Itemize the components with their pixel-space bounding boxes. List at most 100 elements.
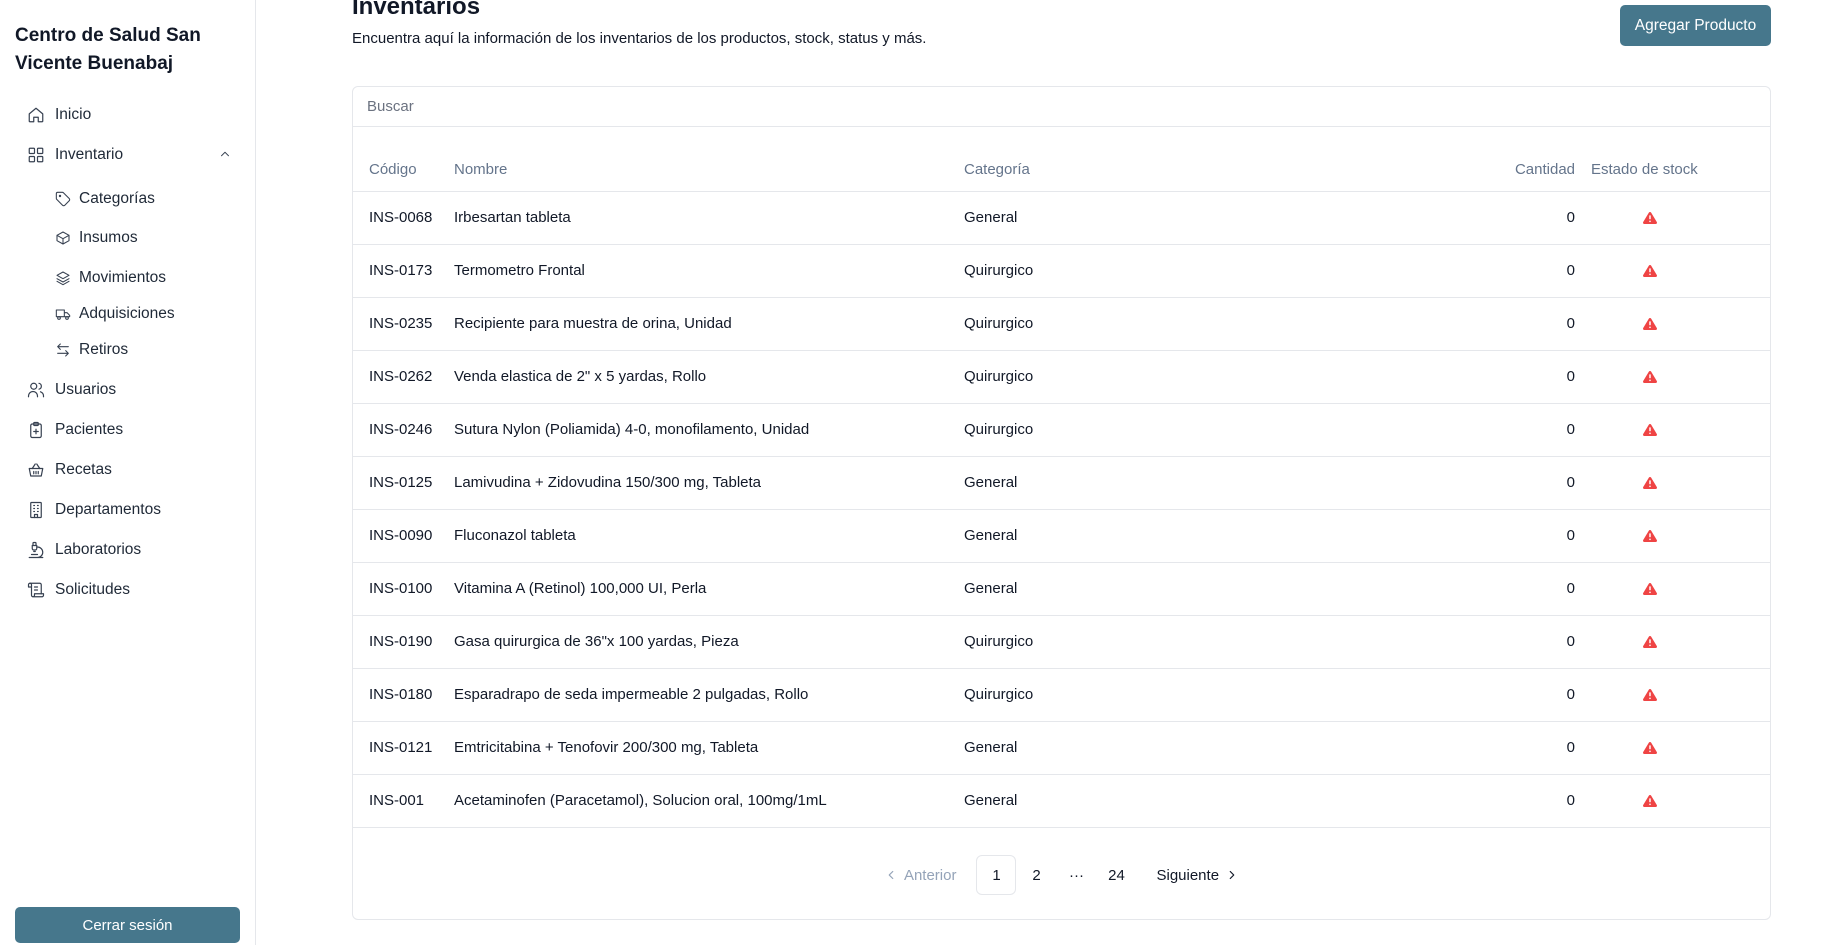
alert-triangle-icon — [1642, 368, 1658, 385]
cell-category: General — [964, 191, 1432, 245]
page-last-button[interactable]: 24 — [1096, 855, 1136, 895]
alert-triangle-icon — [1642, 739, 1658, 756]
header-name[interactable]: Nombre — [454, 149, 964, 192]
sidebar-item-inventario[interactable]: Inventario — [27, 139, 232, 171]
arrows-icon — [55, 342, 71, 358]
page-subtitle: Encuentra aquí la información de los inv… — [352, 30, 927, 47]
cell-name: Acetaminofen (Paracetamol), Solucion ora… — [454, 774, 964, 828]
sidebar-item-categorias[interactable]: Categorías — [55, 183, 235, 215]
table-row[interactable]: INS-0125 Lamivudina + Zidovudina 150/300 … — [353, 456, 1770, 510]
sidebar-item-adquisiciones[interactable]: Adquisiciones — [55, 298, 235, 330]
building-icon — [27, 501, 45, 519]
header-category[interactable]: Categoría — [964, 149, 1432, 192]
table-row[interactable]: INS-0121 Emtricitabina + Tenofovir 200/30… — [353, 721, 1770, 775]
microscope-icon — [27, 541, 45, 559]
sidebar-item-label: Retiros — [79, 341, 129, 358]
home-icon — [27, 106, 45, 124]
inventory-card: Código Nombre Categoría Cantidad Estado … — [352, 86, 1771, 920]
cell-status — [1575, 456, 1770, 510]
sidebar-item-movimientos[interactable]: Movimientos — [55, 262, 235, 294]
sidebar-item-inicio[interactable]: Inicio — [27, 99, 232, 131]
cell-status — [1575, 774, 1770, 828]
table-row[interactable]: INS-0068 Irbesartan tableta General 0 — [353, 191, 1770, 245]
cell-name: Lamivudina + Zidovudina 150/300 mg, Tabl… — [454, 456, 964, 510]
cell-quantity: 0 — [1432, 456, 1575, 510]
layers-icon — [55, 270, 71, 286]
cell-quantity: 0 — [1432, 244, 1575, 298]
sidebar-item-usuarios[interactable]: Usuarios — [27, 374, 232, 406]
cell-code: INS-0190 — [353, 615, 454, 669]
table-row[interactable]: INS-001 Acetaminofen (Paracetamol), Soluc… — [353, 774, 1770, 828]
cell-category: General — [964, 774, 1432, 828]
table-row[interactable]: INS-0246 Sutura Nylon (Poliamida) 4-0, mo… — [353, 403, 1770, 457]
cell-status — [1575, 191, 1770, 245]
sidebar-item-label: Usuarios — [55, 381, 117, 398]
previous-page-button[interactable]: Anterior — [874, 855, 967, 895]
cell-category: Quirurgico — [964, 350, 1432, 404]
chevron-left-icon — [884, 868, 898, 882]
cell-category: Quirurgico — [964, 244, 1432, 298]
cell-category: Quirurgico — [964, 297, 1432, 351]
logout-button[interactable]: Cerrar sesión — [15, 907, 240, 943]
sidebar-item-label: Laboratorios — [55, 541, 142, 558]
header-quantity[interactable]: Cantidad — [1432, 149, 1575, 192]
table-header-row: Código Nombre Categoría Cantidad Estado … — [353, 149, 1770, 192]
users-icon — [27, 381, 45, 399]
table-row[interactable]: INS-0090 Fluconazol tableta General 0 — [353, 509, 1770, 563]
alert-triangle-icon — [1642, 527, 1658, 544]
next-page-button[interactable]: Siguiente — [1146, 855, 1249, 895]
alert-triangle-icon — [1642, 792, 1658, 809]
sidebar-item-label: Insumos — [79, 229, 138, 246]
sidebar-item-insumos[interactable]: Insumos — [55, 222, 235, 254]
sidebar-item-departamentos[interactable]: Departamentos — [27, 494, 232, 526]
cell-code: INS-0090 — [353, 509, 454, 563]
cell-code: INS-0100 — [353, 562, 454, 616]
cell-category: Quirurgico — [964, 615, 1432, 669]
brand-name: Centro de Salud San Vicente Buenabaj — [15, 25, 201, 74]
cell-quantity: 0 — [1432, 615, 1575, 669]
cell-status — [1575, 350, 1770, 404]
table-row[interactable]: INS-0190 Gasa quirurgica de 36"x 100 yard… — [353, 615, 1770, 669]
cell-code: INS-0068 — [353, 191, 454, 245]
table-row[interactable]: INS-0180 Esparadrapo de seda impermeable … — [353, 668, 1770, 722]
cell-name: Sutura Nylon (Poliamida) 4-0, monofilame… — [454, 403, 964, 457]
sidebar-item-label: Categorías — [79, 190, 155, 207]
pagination-ellipsis: ··· — [1068, 866, 1084, 884]
sidebar-item-label: Inventario — [55, 146, 124, 163]
cell-category: General — [964, 721, 1432, 775]
alert-triangle-icon — [1642, 262, 1658, 279]
page-2-button[interactable]: 2 — [1016, 855, 1056, 895]
page-title: Inventarios — [352, 0, 481, 20]
tag-icon — [55, 191, 71, 207]
sidebar-item-pacientes[interactable]: Pacientes — [27, 414, 232, 446]
cell-status — [1575, 615, 1770, 669]
sidebar-item-laboratorios[interactable]: Laboratorios — [27, 534, 232, 566]
cell-status — [1575, 509, 1770, 563]
cell-name: Recipiente para muestra de orina, Unidad — [454, 297, 964, 351]
sidebar-item-label: Adquisiciones — [79, 305, 175, 322]
sidebar-item-solicitudes[interactable]: Solicitudes — [27, 574, 232, 606]
cell-status — [1575, 668, 1770, 722]
cell-category: General — [964, 562, 1432, 616]
cell-quantity: 0 — [1432, 668, 1575, 722]
table-row[interactable]: INS-0173 Termometro Frontal Quirurgico 0 — [353, 244, 1770, 298]
sidebar-item-recetas[interactable]: Recetas — [27, 454, 232, 486]
search-input[interactable] — [353, 87, 1770, 127]
cell-name: Irbesartan tableta — [454, 191, 964, 245]
header-code[interactable]: Código — [353, 149, 454, 192]
cell-name: Fluconazol tableta — [454, 509, 964, 563]
add-product-button[interactable]: Agregar Producto — [1620, 5, 1771, 46]
header-status[interactable]: Estado de stock — [1575, 149, 1770, 192]
grid-icon — [27, 146, 45, 164]
table-row[interactable]: INS-0100 Vitamina A (Retinol) 100,000 UI,… — [353, 562, 1770, 616]
table-row[interactable]: INS-0262 Venda elastica de 2" x 5 yardas,… — [353, 350, 1770, 404]
next-label: Siguiente — [1156, 866, 1220, 884]
table-row[interactable]: INS-0235 Recipiente para muestra de orina… — [353, 297, 1770, 351]
alert-triangle-icon — [1642, 209, 1658, 226]
cell-status — [1575, 562, 1770, 616]
sidebar-item-retiros[interactable]: Retiros — [55, 334, 235, 366]
page-1-button[interactable]: 1 — [976, 855, 1017, 895]
cell-quantity: 0 — [1432, 403, 1575, 457]
pagination: Anterior 1 2 ··· 24 Siguiente — [353, 854, 1770, 896]
chevron-up-icon[interactable] — [218, 147, 232, 161]
